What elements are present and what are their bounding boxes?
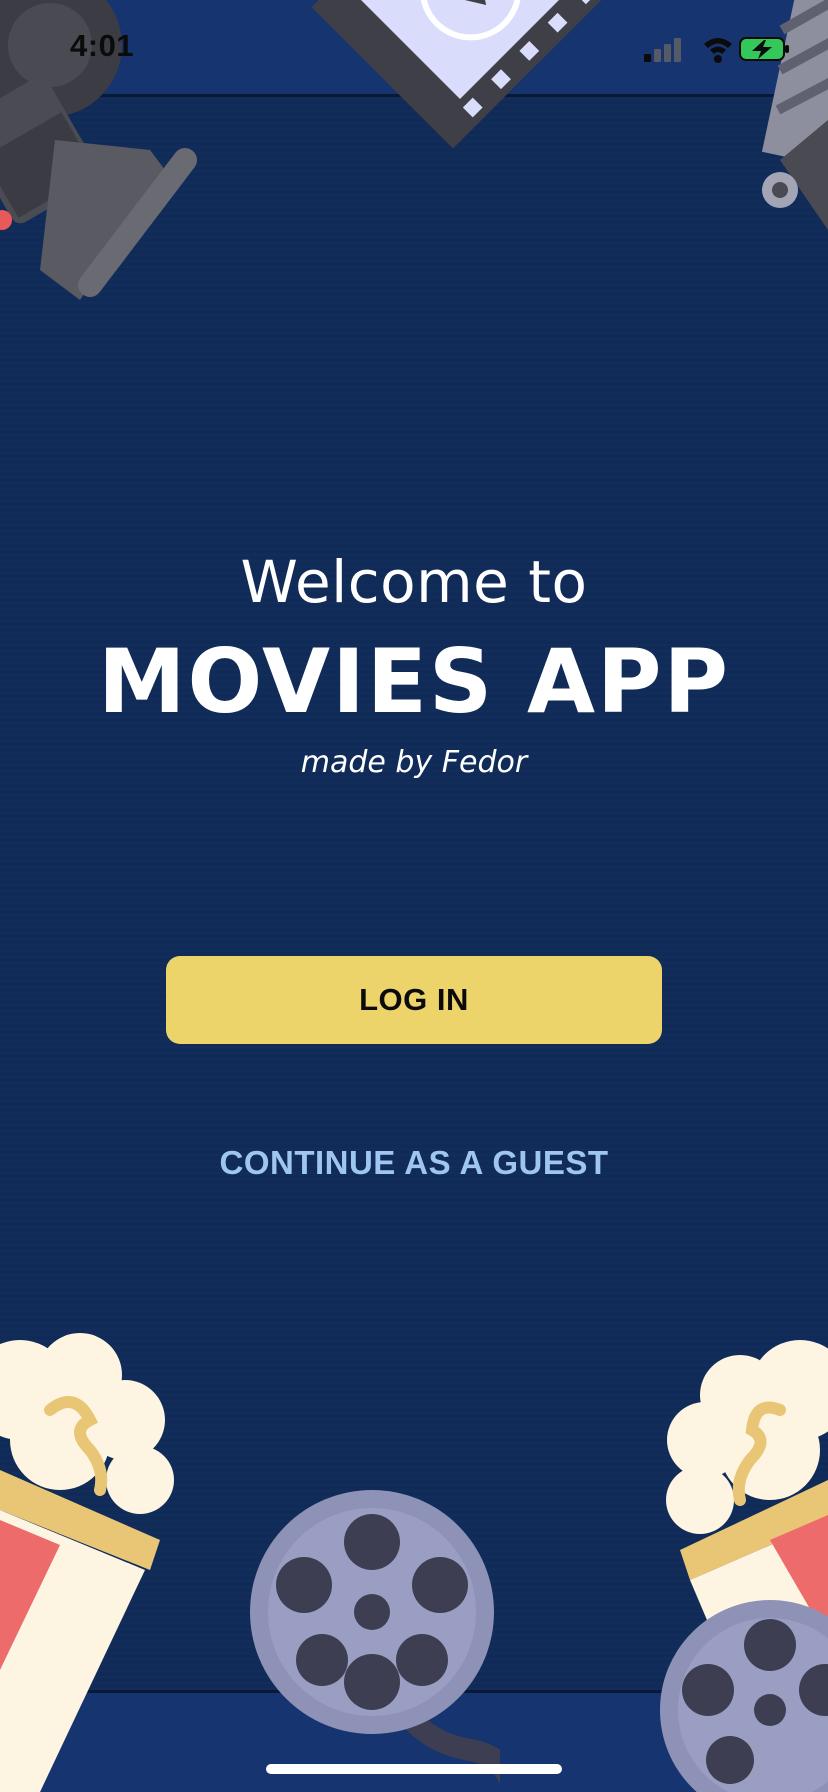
status-time: 4:01 (70, 28, 135, 63)
status-icons (644, 37, 789, 63)
film-reel-icon (250, 1490, 500, 1785)
battery-charging-icon (739, 37, 789, 61)
home-indicator[interactable] (266, 1764, 562, 1774)
wifi-icon (704, 38, 732, 63)
app-title: MOVIES APP (97, 630, 731, 733)
continue-as-guest-button[interactable]: CONTINUE AS A GUEST (0, 1144, 828, 1182)
cellular-signal-icon (644, 38, 681, 62)
film-reel-icon (660, 1600, 828, 1792)
film-frame-icon (311, 0, 616, 149)
welcome-heading: Welcome to (240, 548, 588, 616)
popcorn-icon (0, 1333, 174, 1792)
author-caption: made by Fedor (300, 745, 528, 780)
welcome-screen: 4:01 Welcome to MOVIES APP made by Fedor… (0, 0, 828, 1792)
login-button[interactable]: LOG IN (166, 956, 662, 1044)
